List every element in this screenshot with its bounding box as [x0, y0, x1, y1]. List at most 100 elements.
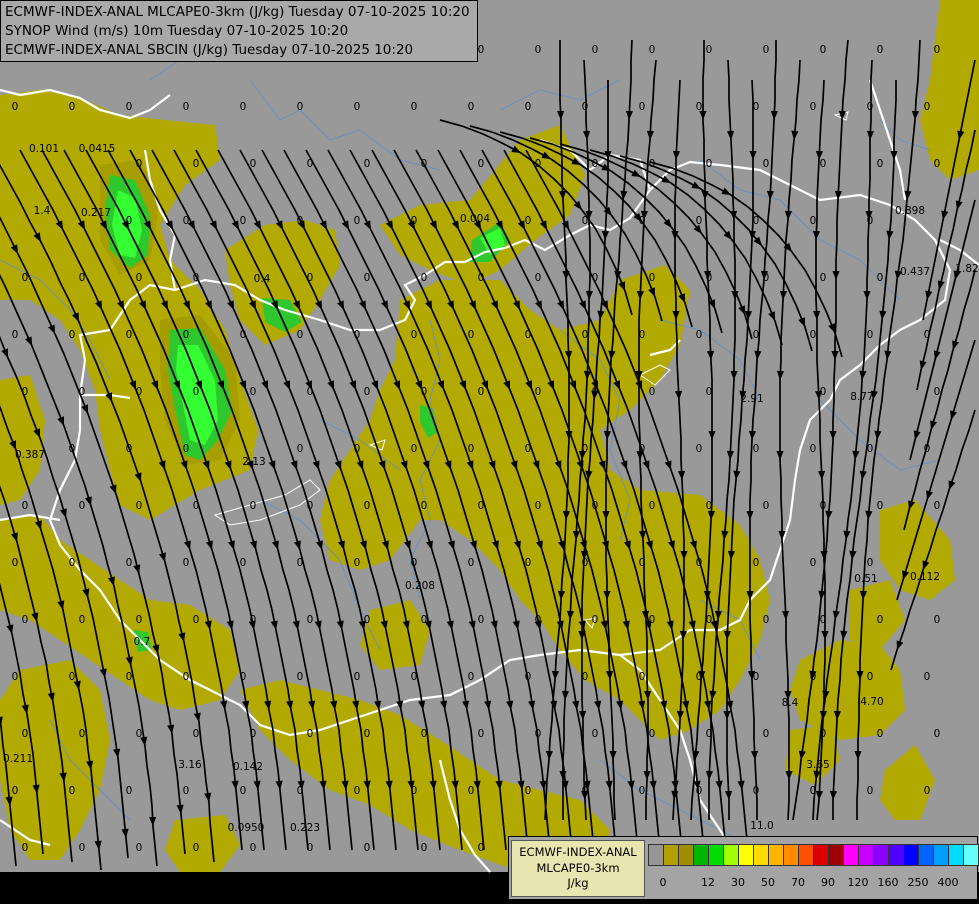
sbcin-value-label: 0	[582, 101, 589, 113]
sbcin-value-label: 0	[411, 785, 418, 797]
sbcin-value-label: 0	[79, 728, 86, 740]
sbcin-value-label: 3.16	[178, 759, 202, 771]
sbcin-value-label: 0	[69, 557, 76, 569]
sbcin-value-label: 0	[297, 785, 304, 797]
sbcin-value-label: 0	[649, 272, 656, 284]
sbcin-value-label: 0.142	[233, 761, 263, 773]
sbcin-value-label: 0	[240, 671, 247, 683]
sbcin-value-label: 0	[639, 215, 646, 227]
title-line-2: SYNOP Wind (m/s) 10m Tuesday 07-10-2025 …	[5, 23, 349, 39]
sbcin-value-label: 0	[240, 557, 247, 569]
sbcin-value-label: 0	[924, 329, 931, 341]
sbcin-value-label: 0	[12, 329, 19, 341]
sbcin-value-label: 0.4	[254, 273, 271, 285]
sbcin-value-label: 0	[649, 500, 656, 512]
sbcin-value-label: 0	[582, 785, 589, 797]
sbcin-value-label: 0	[364, 272, 371, 284]
sbcin-value-label: 0	[877, 158, 884, 170]
sbcin-value-label: 0	[12, 785, 19, 797]
sbcin-value-label: 0	[136, 842, 143, 854]
sbcin-value-label: 0	[364, 386, 371, 398]
sbcin-value-label: 0	[126, 101, 133, 113]
sbcin-value-label: 0	[525, 101, 532, 113]
sbcin-value-label: 0	[297, 671, 304, 683]
sbcin-value-label: 0	[706, 44, 713, 56]
sbcin-value-label: 0	[810, 671, 817, 683]
sbcin-value-label: 0	[354, 557, 361, 569]
sbcin-value-label: 0	[478, 614, 485, 626]
sbcin-value-label: 0	[307, 158, 314, 170]
sbcin-value-label: 0	[250, 386, 257, 398]
sbcin-value-label: 0	[934, 386, 941, 398]
sbcin-value-label: 0	[820, 386, 827, 398]
sbcin-value-label: 0	[183, 557, 190, 569]
sbcin-value-label: 0	[193, 272, 200, 284]
legend-swatch	[693, 844, 709, 866]
sbcin-value-label: 0	[22, 386, 29, 398]
legend-swatch	[828, 844, 844, 866]
sbcin-value-label: 0	[867, 329, 874, 341]
sbcin-value-label: 0	[126, 329, 133, 341]
sbcin-value-label: 0	[763, 614, 770, 626]
sbcin-value-label: 0	[136, 728, 143, 740]
sbcin-value-label: 0	[411, 557, 418, 569]
sbcin-value-label: 0	[364, 842, 371, 854]
sbcin-value-label: 0	[240, 215, 247, 227]
sbcin-value-label: 0	[411, 101, 418, 113]
sbcin-value-label: 0	[649, 386, 656, 398]
legend-tick-label: 250	[907, 876, 929, 889]
sbcin-value-label: 0	[649, 614, 656, 626]
sbcin-value-label: 0	[297, 443, 304, 455]
sbcin-value-label: 0	[12, 557, 19, 569]
sbcin-value-label: 11.0	[750, 820, 773, 832]
sbcin-value-label: 0	[706, 272, 713, 284]
legend-tick-label: 120	[847, 876, 869, 889]
legend-swatch	[678, 844, 694, 866]
sbcin-value-label: 0	[525, 557, 532, 569]
sbcin-value-label: 0	[468, 443, 475, 455]
legend-swatch	[888, 844, 904, 866]
sbcin-value-label: 0	[877, 614, 884, 626]
sbcin-value-label: 0	[753, 329, 760, 341]
sbcin-value-label: 0	[183, 215, 190, 227]
sbcin-value-label: 0	[706, 614, 713, 626]
sbcin-value-label: 8.4	[782, 697, 799, 709]
title-panel: ECMWF-INDEX-ANAL MLCAPE0-3km (J/kg) Tues…	[0, 0, 478, 62]
sbcin-value-label: 0	[240, 101, 247, 113]
sbcin-value-label: 0	[582, 329, 589, 341]
legend-title-line-2: MLCAPE0-3km	[536, 860, 620, 875]
legend-swatch	[963, 844, 979, 866]
sbcin-value-label: 0	[69, 101, 76, 113]
title-line-1: ECMWF-INDEX-ANAL MLCAPE0-3km (J/kg) Tues…	[5, 4, 470, 20]
sbcin-value-label: 0	[22, 272, 29, 284]
sbcin-value-label: 0	[478, 386, 485, 398]
legend-swatch	[933, 844, 949, 866]
sbcin-value-label: 0	[478, 272, 485, 284]
sbcin-value-label: 0	[126, 671, 133, 683]
sbcin-value-label: 0	[193, 842, 200, 854]
sbcin-value-label: 0	[535, 158, 542, 170]
sbcin-value-label: 0	[639, 557, 646, 569]
sbcin-value-label: 0	[421, 728, 428, 740]
sbcin-value-label: 0	[867, 443, 874, 455]
legend-tick-label: 12	[701, 876, 715, 889]
sbcin-value-label: 1.4	[34, 205, 51, 217]
sbcin-value-label: 0	[924, 671, 931, 683]
sbcin-value-label: 0	[763, 44, 770, 56]
sbcin-value-label: 0	[820, 158, 827, 170]
sbcin-value-label: 0	[468, 101, 475, 113]
sbcin-value-label: 0.208	[405, 580, 435, 592]
sbcin-value-label: 0	[240, 329, 247, 341]
sbcin-value-label: 0	[696, 671, 703, 683]
sbcin-value-label: 0	[354, 101, 361, 113]
sbcin-value-label: 0	[136, 272, 143, 284]
sbcin-value-label: 0	[240, 785, 247, 797]
legend-swatch	[813, 844, 829, 866]
sbcin-value-label: 0	[924, 785, 931, 797]
sbcin-value-label: 0	[592, 500, 599, 512]
sbcin-value-label: 0.223	[290, 822, 320, 834]
sbcin-value-label: 0	[582, 557, 589, 569]
legend-swatch	[798, 844, 814, 866]
sbcin-value-label: 0.0950	[228, 822, 265, 834]
sbcin-value-label: 0	[411, 443, 418, 455]
